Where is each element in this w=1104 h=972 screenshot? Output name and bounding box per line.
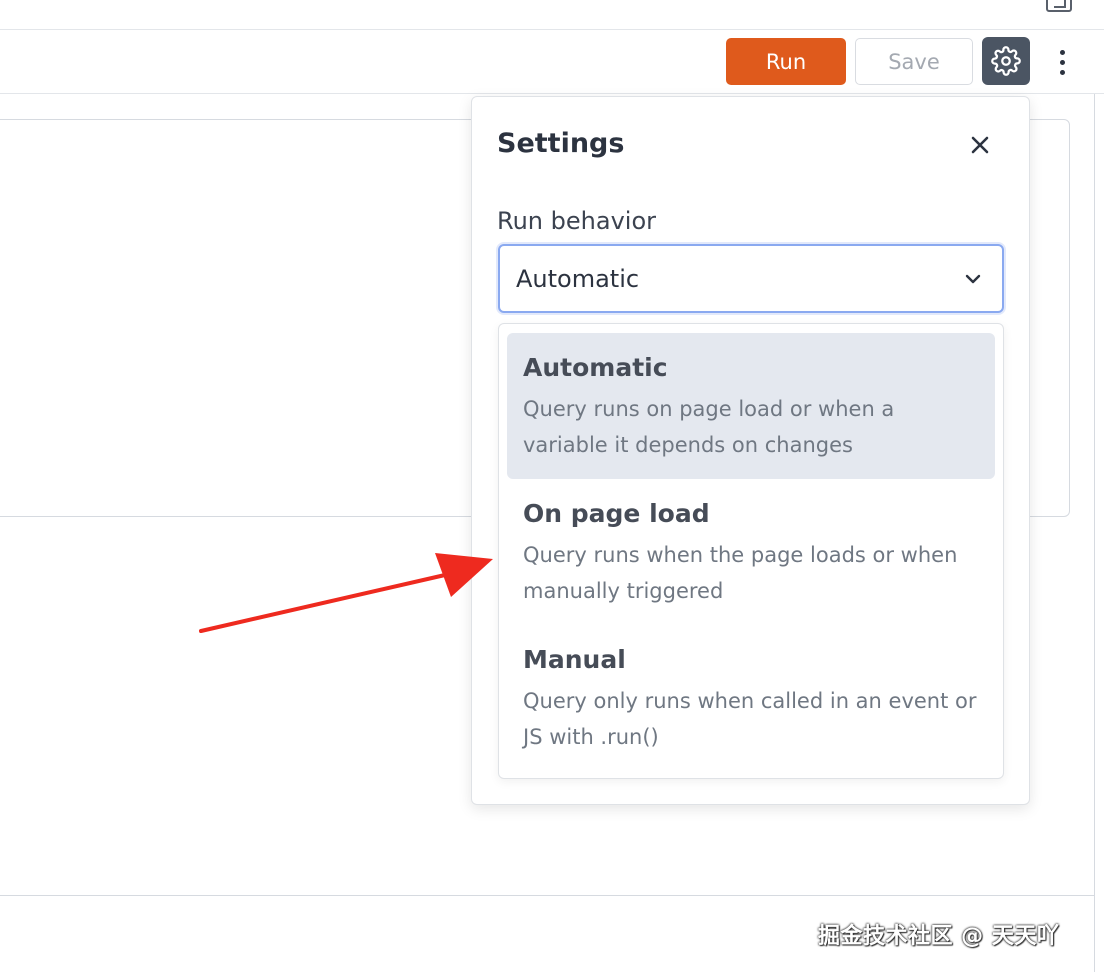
- more-dot: [1059, 59, 1065, 65]
- settings-title: Settings: [497, 128, 625, 159]
- option-title: Manual: [523, 645, 626, 674]
- more-vertical-icon[interactable]: [1048, 44, 1076, 80]
- bottom-divider: [0, 895, 1094, 896]
- settings-button[interactable]: [982, 37, 1030, 85]
- run-behavior-label: Run behavior: [497, 207, 656, 235]
- option-on-page-load[interactable]: On page load Query runs when the page lo…: [507, 479, 995, 625]
- close-glyph: [971, 136, 989, 154]
- option-automatic[interactable]: Automatic Query runs on page load or whe…: [507, 333, 995, 479]
- right-divider: [1094, 94, 1095, 972]
- expand-icon[interactable]: [1046, 0, 1072, 12]
- select-value: Automatic: [516, 265, 640, 293]
- run-behavior-select[interactable]: Automatic: [498, 244, 1004, 313]
- query-toolbar: Run Save: [0, 30, 1104, 94]
- annotation-arrow: [199, 553, 493, 633]
- close-icon[interactable]: [966, 131, 994, 159]
- save-button[interactable]: Save: [855, 38, 973, 85]
- option-title: On page load: [523, 499, 710, 528]
- option-manual[interactable]: Manual Query only runs when called in an…: [507, 625, 995, 771]
- watermark: 掘金技术社区 @ 天天吖: [818, 924, 1060, 949]
- chevron-down-icon: [965, 274, 981, 284]
- option-description: Query runs when the page loads or when m…: [523, 543, 958, 603]
- option-description: Query only runs when called in an event …: [523, 689, 977, 749]
- settings-popover: Settings Run behavior Automatic Automati…: [471, 96, 1030, 805]
- app-window: Run Save Settings Run behavior Automatic: [0, 0, 1104, 972]
- run-behavior-dropdown: Automatic Query runs on page load or whe…: [498, 323, 1004, 779]
- top-strip: [0, 0, 1104, 30]
- run-button[interactable]: Run: [726, 38, 846, 85]
- more-dot: [1059, 49, 1065, 55]
- more-dot: [1059, 69, 1065, 75]
- option-title: Automatic: [523, 353, 668, 382]
- option-description: Query runs on page load or when a variab…: [523, 397, 895, 457]
- gear-icon: [991, 46, 1021, 76]
